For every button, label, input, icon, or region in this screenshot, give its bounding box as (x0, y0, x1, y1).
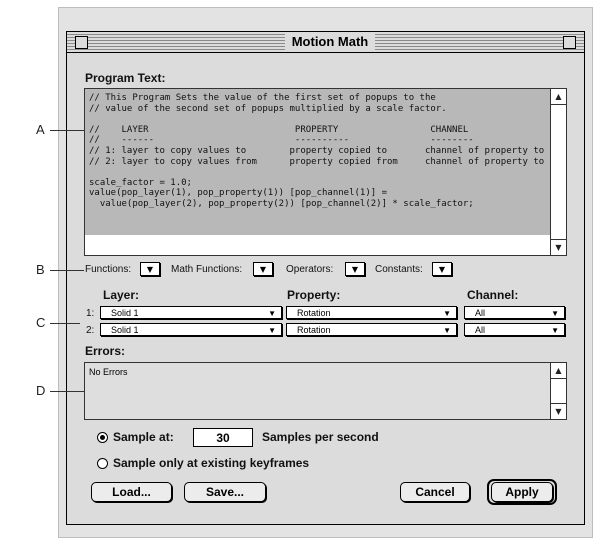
sample-rate-input[interactable]: 30 (193, 428, 253, 447)
property-popup-2[interactable]: Rotation ▼ (286, 323, 457, 336)
scroll-up-arrow-icon[interactable]: ▲ (551, 363, 566, 379)
channel-column-label: Channel: (467, 288, 519, 302)
channel-value: All (475, 325, 486, 335)
layer-value: Solid 1 (111, 325, 139, 335)
scroll-down-arrow-icon[interactable]: ▼ (551, 239, 566, 255)
operators-label: Operators: (286, 264, 334, 275)
chevron-down-icon: ▼ (438, 264, 446, 274)
layer-popup-1[interactable]: Solid 1 ▼ (100, 306, 282, 319)
functions-popup[interactable]: ▼ (140, 262, 160, 276)
cancel-button[interactable]: Cancel (400, 482, 470, 502)
program-line: // LAYER PROPERTY CHANNEL (89, 124, 469, 135)
load-button[interactable]: Load... (91, 482, 172, 502)
program-line (89, 114, 547, 125)
sample-at-label: Sample at: (113, 430, 174, 444)
property-value: Rotation (297, 308, 331, 318)
property-popup-1[interactable]: Rotation ▼ (286, 306, 457, 319)
row-index: 1: (86, 308, 95, 319)
close-box-icon[interactable] (75, 36, 88, 49)
program-text-box: // This Program Sets the value of the fi… (84, 88, 567, 256)
zoom-box-icon[interactable] (563, 36, 576, 49)
callout-a: A (36, 122, 45, 137)
layer-popup-2[interactable]: Solid 1 ▼ (100, 323, 282, 336)
callout-d: D (36, 383, 46, 398)
callout-c: C (36, 315, 46, 330)
window-title: Motion Math (285, 33, 375, 51)
scroll-up-arrow-icon[interactable]: ▲ (551, 89, 566, 105)
errors-text: No Errors (89, 367, 128, 377)
program-line: // 2: layer to copy values from property… (89, 156, 551, 167)
property-column-label: Property: (287, 288, 341, 302)
chevron-down-icon: ▼ (351, 264, 359, 274)
chevron-down-icon: ▼ (551, 326, 559, 335)
channel-popup-1[interactable]: All ▼ (464, 306, 565, 319)
program-line: // 1: layer to copy values to property c… (89, 145, 551, 156)
program-line (89, 167, 547, 178)
keyframes-radio[interactable] (97, 458, 108, 469)
program-line: value(pop_layer(1), pop_property(1)) [po… (89, 188, 388, 199)
callout-b-line (50, 270, 84, 271)
chevron-down-icon: ▼ (443, 309, 451, 318)
errors-label: Errors: (85, 344, 126, 358)
program-line: // value of the second set of popups mul… (89, 103, 447, 114)
program-line: scale_factor = 1.0; (89, 177, 192, 188)
channel-popup-2[interactable]: All ▼ (464, 323, 565, 336)
math-functions-popup[interactable]: ▼ (253, 262, 273, 276)
program-line: value(pop_layer(2), pop_property(2)) [po… (89, 198, 474, 209)
chevron-down-icon: ▼ (146, 264, 154, 274)
program-line: // ------ ---------- -------- (89, 135, 474, 146)
errors-box: No Errors ▲ ▼ (84, 362, 567, 420)
property-value: Rotation (297, 325, 331, 335)
constants-label: Constants: (375, 264, 423, 275)
apply-button[interactable]: Apply (491, 482, 553, 502)
program-text-editor[interactable]: // This Program Sets the value of the fi… (85, 89, 551, 235)
chevron-down-icon: ▼ (259, 264, 267, 274)
operators-popup[interactable]: ▼ (345, 262, 365, 276)
sample-at-radio[interactable] (97, 432, 108, 443)
errors-scrollbar[interactable]: ▲ ▼ (550, 363, 566, 419)
channel-value: All (475, 308, 486, 318)
title-bar[interactable]: Motion Math (66, 31, 585, 53)
save-button[interactable]: Save... (184, 482, 266, 502)
chevron-down-icon: ▼ (268, 326, 276, 335)
constants-popup[interactable]: ▼ (432, 262, 452, 276)
samples-per-second-label: Samples per second (262, 430, 379, 444)
row-index: 2: (86, 325, 95, 336)
math-functions-label: Math Functions: (171, 264, 243, 275)
keyframes-label: Sample only at existing keyframes (113, 456, 310, 470)
program-text-label: Program Text: (85, 71, 166, 85)
program-scrollbar[interactable]: ▲ ▼ (550, 89, 566, 255)
callout-d-line (50, 391, 86, 392)
program-line: // This Program Sets the value of the fi… (89, 93, 436, 103)
scroll-down-arrow-icon[interactable]: ▼ (551, 403, 566, 419)
functions-label: Functions: (85, 264, 132, 275)
callout-b: B (36, 262, 45, 277)
layer-value: Solid 1 (111, 308, 139, 318)
callout-c-line (50, 323, 80, 324)
layer-column-label: Layer: (103, 288, 140, 302)
chevron-down-icon: ▼ (443, 326, 451, 335)
callout-a-line (50, 130, 88, 131)
chevron-down-icon: ▼ (551, 309, 559, 318)
chevron-down-icon: ▼ (268, 309, 276, 318)
